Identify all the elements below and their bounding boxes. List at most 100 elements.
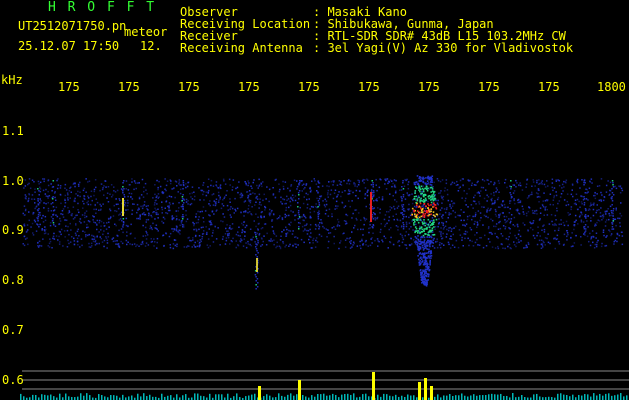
spectrogram-pixel <box>414 221 416 223</box>
spectrogram-pixel <box>423 214 426 217</box>
spectrogram-pixel <box>407 181 410 183</box>
spectrogram-pixel <box>354 185 356 187</box>
spectrogram-pixel <box>255 248 258 250</box>
spectrogram-pixel <box>203 396 205 400</box>
spectrogram-pixel <box>182 216 185 218</box>
spectrogram-pixel <box>32 232 34 234</box>
spectrogram-pixel <box>522 211 525 213</box>
spectrogram-pixel <box>553 195 555 197</box>
spectrogram-pixel <box>514 225 516 227</box>
spectrogram-pixel <box>100 220 103 223</box>
spectrogram-pixel <box>332 181 335 184</box>
spectrogram-pixel <box>76 230 79 233</box>
spectrogram-pixel <box>433 202 435 204</box>
spectrogram-pixel <box>37 199 39 202</box>
spectrogram-pixel <box>584 224 587 226</box>
spectrogram-pixel <box>547 241 550 244</box>
spectrogram-pixel <box>28 193 31 196</box>
spectrogram-pixel <box>70 191 72 193</box>
spectrogram-pixel <box>181 224 184 226</box>
spectrogram-pixel <box>372 200 375 202</box>
spectrogram-pixel <box>474 212 477 214</box>
spectrogram-pixel <box>608 212 610 215</box>
spectrogram-pixel <box>539 207 542 209</box>
spectrogram-pixel <box>478 201 480 203</box>
spectrogram-pixel <box>333 226 335 228</box>
spectrogram-pixel <box>254 274 257 276</box>
spectrogram-pixel <box>111 238 113 240</box>
spectrogram-pixel <box>329 395 331 400</box>
spectrogram-pixel <box>326 236 328 238</box>
spectrogram-pixel <box>285 202 287 205</box>
spectrogram-pixel <box>394 199 396 201</box>
spectrogram-pixel <box>430 250 432 253</box>
spectrogram-pixel <box>76 237 79 240</box>
spectrogram-pixel <box>401 204 403 206</box>
spectrogram-pixel <box>455 184 458 186</box>
spectrogram-pixel <box>391 185 393 188</box>
spectrogram-pixel <box>593 247 596 249</box>
spectrogram-pixel <box>431 231 434 233</box>
spectrogram-pixel <box>156 247 158 249</box>
y-unit-label: kHz <box>1 73 23 87</box>
spectrogram-pixel <box>513 199 515 202</box>
spectrogram-pixel <box>425 183 427 186</box>
spectrogram-pixel <box>208 214 210 216</box>
spectrogram-pixel <box>92 219 94 221</box>
spectrogram-pixel <box>300 238 303 241</box>
spectrogram-pixel <box>433 199 435 201</box>
spectrogram-pixel <box>215 181 218 183</box>
meteor-count: 12. <box>140 39 162 53</box>
spectrogram-pixel <box>426 210 428 212</box>
spectrogram-pixel <box>494 394 496 400</box>
spectrogram-pixel <box>244 235 246 237</box>
spectrogram-pixel <box>365 244 367 246</box>
spectrogram-pixel <box>174 180 177 182</box>
spectrogram-pixel <box>551 178 554 180</box>
spectrogram-pixel <box>88 180 91 182</box>
spectrogram-pixel <box>423 203 426 205</box>
spectrogram-pixel <box>421 282 423 284</box>
spectrogram-pixel <box>183 246 186 248</box>
spectrogram-pixel <box>573 242 576 244</box>
spectrogram-pixel <box>570 237 572 239</box>
spectrogram-pixel <box>168 235 171 238</box>
spectrogram-pixel <box>202 232 205 235</box>
spectrogram-pixel <box>292 245 294 247</box>
spectrogram-pixel <box>71 213 73 215</box>
spectrogram-pixel <box>116 240 118 242</box>
spectrogram-pixel <box>431 229 434 231</box>
spectrogram-pixel <box>398 245 401 247</box>
spectrogram-pixel <box>425 252 428 254</box>
spectrogram-pixel <box>98 221 100 224</box>
spectrogram-pixel <box>422 213 425 215</box>
spectrogram-pixel <box>254 193 256 195</box>
spectrogram-pixel <box>69 222 71 225</box>
spectrogram-pixel <box>490 193 492 195</box>
spectrogram-pixel <box>445 179 448 181</box>
spectrogram-pixel <box>357 228 359 231</box>
spectrogram-pixel <box>426 180 429 182</box>
spectrogram-pixel <box>567 233 569 236</box>
spectrogram-pixel <box>558 223 560 226</box>
spectrogram-pixel <box>146 234 149 236</box>
spectrogram-pixel <box>406 192 408 194</box>
spectrogram-pixel <box>349 180 352 182</box>
spectrogram-pixel <box>194 241 196 244</box>
spectrogram-pixel <box>536 213 538 215</box>
spectrogram-pixel <box>68 211 71 213</box>
spectrogram-pixel <box>118 229 120 232</box>
spectrogram-pixel <box>328 181 330 183</box>
spectrogram-pixel <box>179 184 181 186</box>
spectrogram-pixel <box>239 196 242 199</box>
spectrogram-pixel <box>67 194 69 196</box>
spectrogram-pixel <box>350 190 352 192</box>
spectrogram-pixel <box>65 189 68 191</box>
spectrogram-pixel <box>436 178 439 180</box>
spectrogram-pixel <box>95 208 97 211</box>
spectrogram-pixel <box>55 214 57 216</box>
spectrogram-pixel <box>59 393 61 400</box>
spectrogram-pixel <box>34 207 36 210</box>
spectrogram-pixel <box>429 263 431 266</box>
spectrogram-pixel <box>245 184 248 186</box>
